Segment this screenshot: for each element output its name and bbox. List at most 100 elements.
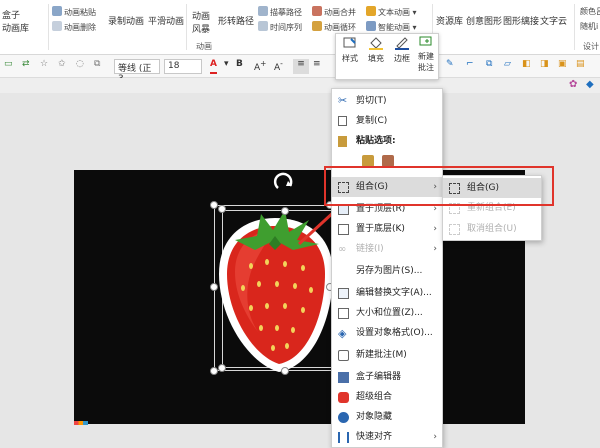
smooth-anim-button[interactable]: 平滑动画: [148, 14, 184, 27]
color-strip: [74, 421, 88, 425]
time-sequence-button[interactable]: 时间序列: [258, 21, 302, 33]
alt-text-icon: [338, 288, 349, 299]
text-anim-button[interactable]: 文本动画 ▾: [366, 6, 417, 18]
resize-handle[interactable]: [281, 367, 289, 375]
menu-item-super-group[interactable]: 超级组合: [332, 387, 442, 407]
star-outline-icon[interactable]: ☆: [40, 59, 48, 74]
shape-to-path-button[interactable]: 形转路径: [218, 14, 254, 27]
align-justify-icon[interactable]: ≡: [313, 59, 321, 74]
menu-item-new-comment[interactable]: 新建批注(M): [332, 345, 442, 365]
star-icon[interactable]: ✩: [58, 59, 66, 74]
menu-item-size-position[interactable]: 大小和位置(Z)...: [332, 303, 442, 323]
anim-delete-icon: [52, 21, 62, 31]
ribbon-col1[interactable]: 盒子 动画库: [2, 8, 29, 34]
menu-item-hide-object[interactable]: 对象隐藏: [332, 407, 442, 427]
paste-icon: [338, 136, 347, 147]
creative-shape-button[interactable]: 创意图形: [466, 14, 502, 27]
group-icon-c[interactable]: ▣: [558, 59, 567, 74]
font-color-button[interactable]: A: [210, 59, 217, 74]
shrink-font-button[interactable]: A-: [274, 59, 283, 74]
loop-icon: [312, 21, 322, 31]
resize-handle[interactable]: [218, 205, 226, 213]
resize-handle[interactable]: [210, 283, 218, 291]
paint-bucket-icon: [369, 37, 383, 50]
group-label-design: 设计: [583, 42, 599, 51]
word-cloud-button[interactable]: 文字云: [540, 14, 567, 27]
anim-lib-label: 动画库: [2, 24, 30, 34]
font-size-select[interactable]: 18: [164, 59, 202, 74]
random-button[interactable]: 随机i: [580, 21, 598, 32]
smart-anim-button[interactable]: 智能动画 ▾: [366, 21, 417, 33]
menu-item-format-object[interactable]: ◈ 设置对象格式(O)...: [332, 323, 442, 343]
menu-item-send-to-back[interactable]: 置于底层(K) ›: [332, 219, 442, 239]
grow-font-button[interactable]: A+: [254, 59, 266, 74]
align-center-icon[interactable]: ≡: [293, 59, 309, 74]
quick-align-icon: [338, 432, 349, 443]
clock-icon: [258, 21, 268, 31]
style-button[interactable]: 样式: [338, 36, 362, 64]
group-icon-b[interactable]: ◨: [540, 59, 549, 74]
connector-icon[interactable]: ⌐: [466, 59, 474, 74]
merge-icon: [312, 6, 322, 16]
resize-handle[interactable]: [210, 367, 218, 375]
anim-loop-button[interactable]: 动画循环: [312, 21, 356, 33]
context-menu: ✂ 剪切(T) 复制(C) 粘贴选项: 组合(G) › 置于顶层(R) › 置于底层(…: [331, 88, 443, 448]
text-anim-icon: [366, 6, 376, 16]
super-group-icon: [338, 392, 349, 403]
new-comment-button[interactable]: 新建 批注: [414, 36, 438, 73]
submenu-item-ungroup[interactable]: 取消组合(U): [443, 219, 541, 239]
comment-icon: [338, 350, 349, 361]
ungroup-icon: [449, 224, 460, 235]
resize-handle[interactable]: [210, 201, 218, 209]
border-button[interactable]: 边框: [390, 36, 414, 64]
chevron-right-icon: ›: [433, 432, 437, 442]
arrange-icon[interactable]: ⇄: [22, 59, 30, 74]
trace-path-icon: [258, 6, 268, 16]
layer-icon[interactable]: ⧉: [486, 59, 492, 74]
menu-item-link[interactable]: ∞ 链接(I) ›: [332, 239, 442, 259]
format-object-icon: ◈: [338, 327, 347, 340]
settings-icon[interactable]: ◆: [586, 79, 594, 90]
bold-button[interactable]: B: [236, 59, 243, 74]
fill-button[interactable]: 填充: [364, 36, 388, 64]
front-icon[interactable]: ▱: [504, 59, 511, 74]
copy-icon: [338, 116, 347, 126]
highlight-box: [324, 166, 554, 206]
anim-merge-button[interactable]: 动画合并: [312, 6, 356, 18]
copy-format-icon[interactable]: ⧉: [94, 59, 100, 74]
chevron-down-icon[interactable]: ▾: [224, 59, 229, 74]
size-position-icon: [338, 308, 349, 319]
font-name-select[interactable]: 等线 (正3: [114, 59, 160, 84]
send-back-icon: [338, 224, 349, 235]
anim-storm-button[interactable]: 动画 风暴: [192, 9, 210, 35]
group-icon-d[interactable]: ▤: [576, 59, 585, 74]
trace-path-button[interactable]: 描摹路径: [258, 6, 302, 18]
group-icon-a[interactable]: ◧: [522, 59, 531, 74]
resize-handle[interactable]: [218, 364, 226, 372]
menu-item-save-as-picture[interactable]: 另存为图片(S)...: [332, 261, 442, 281]
menu-item-paste-options: 粘贴选项:: [332, 131, 442, 151]
chevron-right-icon: ›: [433, 244, 437, 254]
box-editor-icon: [338, 372, 349, 383]
layout-icon[interactable]: ▭: [4, 59, 13, 74]
menu-item-box-editor[interactable]: 盒子编辑器: [332, 367, 442, 387]
smart-anim-icon: [366, 21, 376, 31]
anim-paste-button[interactable]: 动画粘贴: [52, 6, 96, 18]
shape-icon[interactable]: ◌: [76, 59, 84, 74]
menu-item-quick-align[interactable]: 快速对齐 ›: [332, 427, 442, 447]
resize-handle[interactable]: [281, 207, 289, 215]
menu-item-edit-alt-text[interactable]: 编辑替换文字(A)...: [332, 283, 442, 303]
record-anim-button[interactable]: 录制动画: [108, 14, 144, 27]
resource-lib-button[interactable]: 资源库: [436, 14, 463, 27]
shape-stitch-button[interactable]: 图形缡接: [503, 14, 539, 27]
gear-icon[interactable]: ✿: [569, 79, 577, 90]
color-button[interactable]: 颜色吕: [580, 6, 600, 17]
group-label-anim: 动画: [196, 42, 212, 51]
pen-icon[interactable]: ✎: [446, 59, 454, 74]
menu-item-cut[interactable]: ✂ 剪切(T): [332, 91, 442, 111]
menu-item-copy[interactable]: 复制(C): [332, 111, 442, 131]
anim-delete-button[interactable]: 动画删除: [52, 21, 96, 33]
anim-paste-icon: [52, 6, 62, 16]
scissors-icon: ✂: [338, 94, 348, 107]
ribbon: 盒子 动画库 动画粘贴 动画删除 录制动画 平滑动画 动画 风暴 形转路径 描摹路径…: [0, 0, 600, 55]
